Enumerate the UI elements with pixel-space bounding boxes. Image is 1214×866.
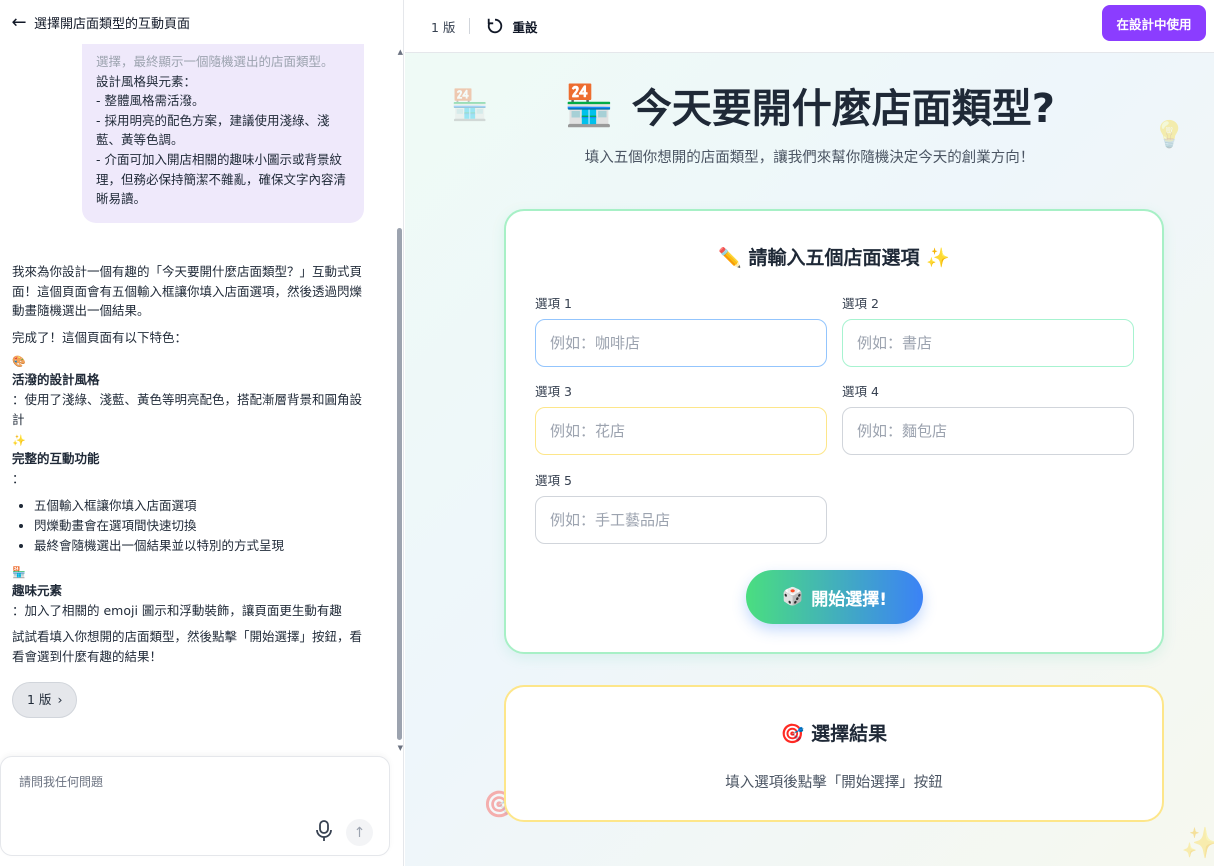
option-field-4: 選項 4 — [842, 381, 1134, 455]
use-in-design-button[interactable]: 在設計中使用 — [1102, 5, 1206, 41]
chat-panel: ← 選擇開店面類型的互動頁面 選擇，最終顯示一個隨機選出的店面類型。 設計風格與… — [0, 0, 404, 866]
microphone-icon[interactable] — [313, 819, 335, 843]
scroll-up-arrow[interactable]: ▲ — [398, 48, 403, 56]
option-input-3[interactable] — [535, 407, 827, 455]
option-field-3: 選項 3 — [535, 381, 827, 455]
start-select-button[interactable]: 🎲 開始選擇! — [746, 570, 923, 624]
user-message-line: 選擇，最終顯示一個隨機選出的店面類型。 — [96, 54, 334, 69]
option-input-5[interactable] — [535, 496, 827, 544]
feature-title: 趣味元素 — [12, 583, 63, 599]
start-select-label: 開始選擇! — [811, 589, 887, 610]
assistant-closing: 試試看填入你想開的店面類型，然後點擊「開始選擇」按鈕，看看會選到什麼有趣的結果！ — [12, 629, 363, 664]
assistant-message: 我來為你設計一個有趣的「今天要開什麼店面類型？」互動式頁面！這個頁面會有五個輸入… — [12, 262, 362, 718]
option-input-4[interactable] — [842, 407, 1134, 455]
version-chip-label: 1 版 — [27, 691, 52, 707]
sparkles-icon: ✨ — [926, 247, 950, 269]
hero: 🏪 今天要開什麼店面類型? 填入五個你想開的店面類型，讓我們來幫你隨機決定今天的… — [405, 76, 1214, 167]
chat-header: ← 選擇開店面類型的互動頁面 — [0, 0, 403, 44]
reset-label: 重設 — [512, 19, 538, 35]
preview-panel: 1 版 重設 在設計中使用 🏪 💡 🎯 ✨ 🏪 今天要開什麼店面類型? 填入五個… — [405, 0, 1214, 866]
feature-desc: ：使用了淺綠、淺藍、黃色等明亮配色，搭配漸層背景和圓角設計 — [12, 391, 363, 427]
arrow-up-icon[interactable]: ↑ — [346, 819, 373, 846]
assistant-done: 完成了！這個頁面有以下特色： — [12, 329, 188, 345]
user-message: 選擇，最終顯示一個隨機選出的店面類型。 設計風格與元素： - 整體風格需活潑。 … — [82, 44, 364, 223]
option-label: 選項 5 — [535, 473, 572, 488]
list-item: 最終會隨機選出一個結果並以特別的方式呈現 — [34, 536, 362, 556]
feature-title: 活潑的設計風格 — [12, 372, 100, 388]
user-message-line: 設計風格與元素： — [96, 73, 197, 89]
target-icon: 🎯 — [780, 723, 805, 745]
reset-button[interactable]: 重設 — [486, 17, 537, 36]
arrow-left-icon[interactable]: ← — [6, 9, 32, 35]
refresh-icon — [488, 18, 503, 34]
palette-icon: 🎨 — [12, 355, 26, 369]
convenience-store-icon: 🏪 — [563, 82, 614, 129]
option-field-2: 選項 2 — [842, 293, 1134, 367]
chat-scrollbar[interactable] — [397, 228, 402, 740]
assistant-intro: 我來為你設計一個有趣的「今天要開什麼店面類型？」互動式頁面！這個頁面會有五個輸入… — [12, 264, 363, 319]
result-hint: 填入選項後點擊「開始選擇」按鈕 — [725, 775, 943, 791]
result-card: 🎯 選擇結果 填入選項後點擊「開始選擇」按鈕 — [504, 685, 1164, 822]
page-title: 今天要開什麼店面類型? — [631, 86, 1055, 132]
toolbar-divider — [469, 18, 471, 34]
result-title: 🎯 選擇結果 — [506, 719, 1162, 746]
convenience-store-icon: 🏪 — [12, 566, 26, 580]
option-label: 選項 1 — [535, 296, 572, 311]
result-title-text: 選擇結果 — [811, 723, 888, 745]
options-card-title: ✏️ 請輸入五個店面選項 ✨ — [506, 243, 1162, 270]
page-title-wrap: 🏪 今天要開什麼店面類型? — [405, 76, 1214, 134]
feature-desc: ：加入了相關的 emoji 圖示和浮動裝飾，讓頁面更生動有趣 — [12, 602, 342, 618]
chat-input[interactable] — [19, 775, 319, 789]
user-message-line: - 介面可加入開店相關的趣味小圖示或背景紋理，但務必保持簡潔不雜亂，確保文字內容… — [96, 151, 347, 207]
version-label[interactable]: 1 版 — [431, 17, 455, 36]
page-subtitle: 填入五個你想開的店面類型，讓我們來幫你隨機決定今天的創業方向！ — [584, 150, 1035, 166]
chat-messages[interactable]: 選擇，最終顯示一個隨機選出的店面類型。 設計風格與元素： - 整體風格需活潑。 … — [0, 44, 395, 756]
option-label: 選項 2 — [842, 296, 879, 311]
preview-toolbar: 1 版 重設 在設計中使用 — [405, 0, 1214, 53]
pencil-icon: ✏️ — [718, 247, 742, 269]
options-card: ✏️ 請輸入五個店面選項 ✨ 選項 1 選項 2 選項 3 選項 4 選項 5 … — [504, 209, 1164, 654]
option-field-1: 選項 1 — [535, 293, 827, 367]
option-input-2[interactable] — [842, 319, 1134, 367]
scroll-down-arrow[interactable]: ▼ — [398, 744, 403, 752]
list-item: 閃爍動畫會在選項間快速切換 — [34, 516, 362, 536]
sparkles-icon: ✨ — [12, 434, 26, 448]
option-label: 選項 3 — [535, 384, 572, 399]
options-card-title-text: 請輸入五個店面選項 — [748, 247, 920, 269]
user-message-line: - 採用明亮的配色方案，建議使用淺綠、淺藍、黃等色調。 — [96, 112, 330, 148]
chat-title: 選擇開店面類型的互動頁面 — [34, 16, 191, 32]
option-input-1[interactable] — [535, 319, 827, 367]
dice-icon: 🎲 — [782, 587, 804, 607]
chevron-right-icon: › — [57, 691, 63, 707]
chat-composer: ↑ — [0, 756, 390, 856]
user-message-line: - 整體風格需活潑。 — [96, 93, 205, 109]
sparkles-icon: ✨ — [1181, 826, 1214, 861]
feature-title: 完整的互動功能 — [12, 451, 100, 467]
feature-desc: ： — [12, 470, 25, 486]
version-chip[interactable]: 1 版 › — [12, 681, 78, 718]
feature-list: 五個輸入框讓你填入店面選項 閃爍動畫會在選項間快速切換 最終會隨機選出一個結果並… — [12, 496, 362, 555]
option-label: 選項 4 — [842, 384, 879, 399]
option-field-5: 選項 5 — [535, 470, 827, 544]
list-item: 五個輸入框讓你填入店面選項 — [34, 496, 362, 516]
